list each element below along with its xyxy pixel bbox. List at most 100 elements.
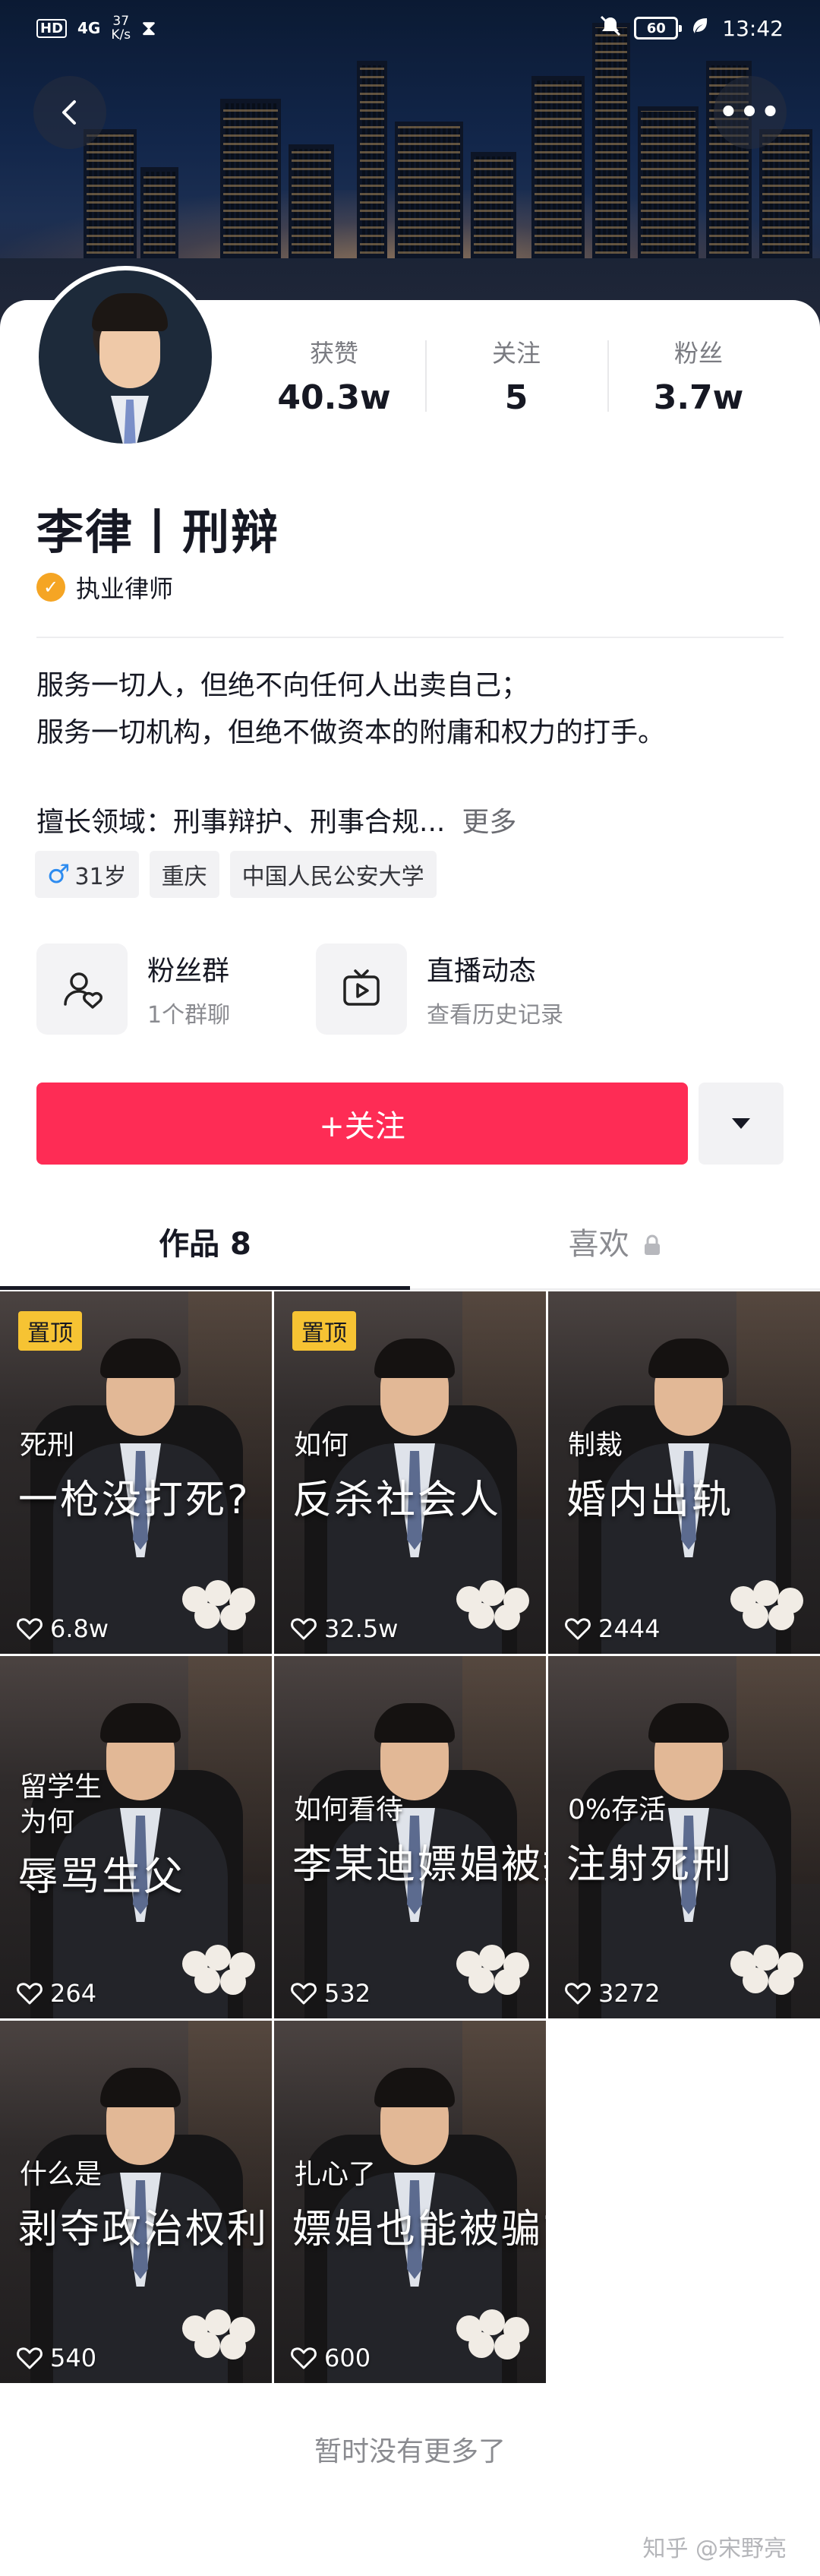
video-caption-title: 注射死刑	[566, 1842, 734, 1888]
profile-tags: ♂ 31岁 重庆 中国人民公安大学	[35, 851, 437, 898]
likes-count: 600	[324, 2344, 371, 2372]
leaf-icon	[690, 16, 710, 41]
video-caption-small: 死刑	[20, 1430, 75, 1461]
signal-icon: 4G	[77, 19, 101, 37]
stat-followers[interactable]: 粉丝 3.7w	[607, 334, 790, 425]
video-thumbnail[interactable]: 留学生 为何辱骂生父 264	[0, 1656, 272, 2018]
more-dots-icon: •••	[718, 95, 782, 130]
stat-label: 获赞	[309, 339, 358, 368]
heart-outline-icon	[565, 1618, 591, 1640]
likes-count: 3272	[598, 1979, 661, 2008]
video-likes: 6.8w	[17, 1614, 109, 1643]
skills-row: 擅长领域：刑事辩护、刑事合规... 更多	[36, 800, 516, 839]
heart-outline-icon	[17, 2347, 43, 2369]
video-likes: 600	[291, 2344, 371, 2372]
stat-likes-received[interactable]: 获赞 40.3w	[243, 334, 425, 425]
video-thumbnail[interactable]: 扎心了嫖娼也能被骗? 600	[274, 2021, 546, 2383]
video-caption-title: 李某迪嫖娼被拘	[292, 1842, 546, 1888]
live-history-title: 直播动态	[427, 956, 537, 987]
video-caption-title: 嫖娼也能被骗?	[292, 2207, 546, 2252]
heart-outline-icon	[291, 2347, 317, 2369]
triangle-down-icon	[732, 1118, 750, 1129]
stat-following[interactable]: 关注 5	[425, 334, 607, 425]
skills-text: 擅长领域：刑事辩护、刑事合规...	[36, 807, 446, 838]
divider	[36, 637, 784, 638]
video-thumbnail[interactable]: 置顶死刑一枪没打死? 6.8w	[0, 1291, 272, 1654]
video-caption-small: 留学生 为何	[20, 1772, 102, 1838]
chevron-left-icon	[62, 100, 76, 125]
video-caption-small: 扎心了	[294, 2159, 377, 2190]
likes-count: 264	[50, 1979, 97, 2008]
video-caption-title: 一枪没打死?	[18, 1478, 251, 1523]
video-likes: 532	[291, 1979, 371, 2008]
video-thumbnail[interactable]: 如何看待李某迪嫖娼被拘 532	[274, 1656, 546, 2018]
likes-count: 532	[324, 1979, 371, 2008]
recommend-dropdown-button[interactable]	[699, 1083, 784, 1165]
video-likes: 540	[17, 2344, 96, 2372]
likes-count: 540	[50, 2344, 97, 2372]
heart-outline-icon	[565, 1983, 591, 2005]
status-bar: HD 4G 37 K/s ⧗ 60 13:42	[0, 0, 820, 56]
profile-name: 李律丨刑辩	[36, 504, 280, 560]
likes-count: 6.8w	[50, 1614, 109, 1643]
lock-icon	[645, 1234, 661, 1255]
video-caption-title: 婚内出轨	[566, 1478, 734, 1523]
likes-count: 2444	[598, 1614, 661, 1643]
profile-tabs: 作品 8 喜欢	[0, 1206, 820, 1290]
follow-button[interactable]: +关注	[36, 1083, 688, 1165]
tab-works[interactable]: 作品 8	[0, 1206, 410, 1290]
back-button[interactable]	[33, 76, 106, 149]
stat-value: 3.7w	[653, 378, 744, 417]
video-thumbnail[interactable]: 0%存活 注射死刑 3272	[548, 1656, 820, 2018]
heart-outline-icon	[291, 1618, 317, 1640]
mute-bell-icon	[599, 14, 622, 43]
video-thumbnail[interactable]: 什么是 剥夺政治权利 540	[0, 2021, 272, 2383]
profile-bio: 服务一切人，但绝不向任何人出卖自己； 服务一切机构，但绝不做资本的附庸和权力的打…	[36, 662, 665, 757]
pinned-badge: 置顶	[18, 1311, 82, 1351]
verified-check-icon: ✓	[36, 573, 65, 602]
fans-group-subtitle: 1个群聊	[147, 1002, 231, 1029]
bio-line: 服务一切机构，但绝不做资本的附庸和权力的打手。	[36, 717, 666, 748]
video-caption-small: 如何	[294, 1430, 349, 1461]
tv-play-icon	[316, 943, 407, 1035]
video-caption-title: 辱骂生父	[18, 1854, 186, 1900]
fans-group-title: 粉丝群	[147, 956, 230, 987]
tag-school: 中国人民公安大学	[229, 851, 437, 898]
fans-group-entry[interactable]: 粉丝群 1个群聊	[36, 943, 230, 1035]
battery-icon: 60	[634, 17, 683, 40]
works-grid: 置顶 死刑 一枪没打死? 6.8w 置顶 如何 反杀社会人 32.5w 制裁 婚内出轨 2444 留学…	[0, 1291, 820, 2383]
clock-time: 13:42	[722, 15, 784, 41]
video-caption-small: 如何看待	[294, 1794, 404, 1825]
verification-badge: ✓ 执业律师	[36, 570, 173, 605]
heart-outline-icon	[17, 1983, 43, 2005]
stat-label: 关注	[491, 339, 541, 368]
group-heart-icon	[36, 943, 128, 1035]
more-options-button[interactable]: •••	[714, 76, 787, 149]
hourglass-icon: ⧗	[141, 15, 156, 40]
stat-value: 40.3w	[277, 378, 391, 417]
live-history-entry[interactable]: 直播动态 查看历史记录	[316, 943, 563, 1035]
end-of-list-text: 暂时没有更多了	[314, 2436, 506, 2467]
video-caption-title: 反杀社会人	[292, 1478, 502, 1523]
tab-likes[interactable]: 喜欢	[410, 1206, 820, 1288]
video-thumbnail[interactable]: 置顶如何反杀社会人 32.5w	[274, 1291, 546, 1654]
pinned-badge: 置顶	[292, 1311, 356, 1351]
hd-indicator: HD	[36, 18, 68, 38]
bio-line: 服务一切人，但绝不向任何人出卖自己；	[36, 670, 529, 701]
skills-more-link[interactable]: 更多	[462, 800, 516, 839]
video-likes: 32.5w	[291, 1614, 398, 1643]
video-thumbnail[interactable]: 制裁 婚内出轨 2444	[548, 1291, 820, 1654]
heart-outline-icon	[17, 1618, 43, 1640]
male-icon: ♂	[47, 859, 71, 890]
likes-count: 32.5w	[324, 1614, 399, 1643]
video-caption-title: 剥夺政治权利	[18, 2207, 270, 2252]
avatar[interactable]	[34, 266, 216, 448]
video-likes: 2444	[565, 1614, 660, 1643]
live-history-subtitle: 查看历史记录	[427, 1002, 563, 1029]
video-likes: 264	[17, 1979, 96, 2008]
verification-label: 执业律师	[76, 574, 174, 603]
stat-label: 粉丝	[673, 339, 723, 368]
tag-age: ♂ 31岁	[35, 851, 139, 898]
network-speed: 37 K/s	[111, 14, 131, 43]
video-likes: 3272	[565, 1979, 660, 2008]
